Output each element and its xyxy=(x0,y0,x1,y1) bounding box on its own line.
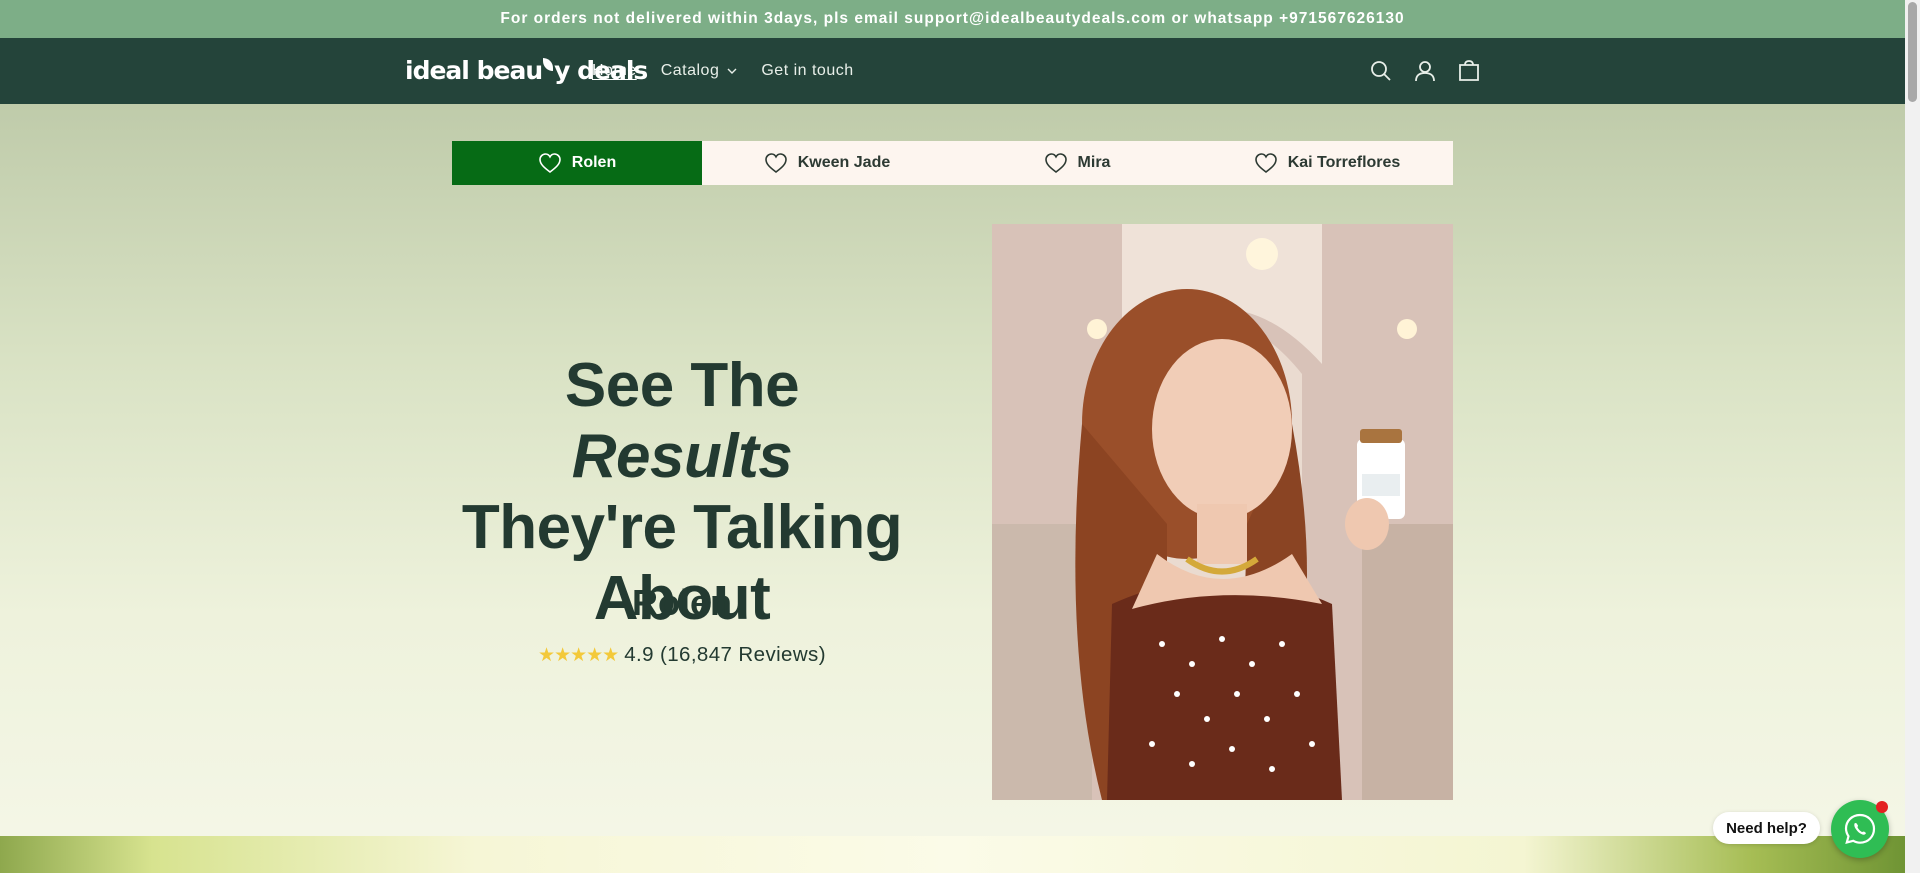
tab-rolen[interactable]: Rolen xyxy=(452,141,702,185)
headline-italic: Results xyxy=(571,422,793,491)
tab-kween-jade[interactable]: Kween Jade xyxy=(702,141,952,185)
account-icon[interactable] xyxy=(1410,56,1440,86)
tab-label: Kai Torreflores xyxy=(1287,154,1401,171)
decorative-leaf-banner xyxy=(0,836,1905,873)
headline-part2: They're Talking xyxy=(461,493,903,562)
main-nav: Home Catalog Get in touch xyxy=(592,38,854,104)
headline-part1: See The xyxy=(564,351,800,420)
nav-home[interactable]: Home xyxy=(592,62,637,80)
nav-get-in-touch[interactable]: Get in touch xyxy=(761,62,853,80)
rating: ★★★★★ 4.9 (16,847 Reviews) xyxy=(452,643,912,667)
heart-icon xyxy=(764,153,787,174)
heart-icon xyxy=(1254,153,1277,174)
star-rating-icon: ★★★★★ xyxy=(538,644,619,666)
notification-dot xyxy=(1876,801,1888,813)
tab-mira[interactable]: Mira xyxy=(952,141,1202,185)
scrollbar-thumb[interactable] xyxy=(1908,2,1917,102)
nav-catalog[interactable]: Catalog xyxy=(661,62,738,80)
tab-kai-torreflores[interactable]: Kai Torreflores xyxy=(1202,141,1452,185)
hero-section xyxy=(0,104,1905,836)
heart-icon xyxy=(538,153,561,174)
nav-catalog-label: Catalog xyxy=(660,62,720,79)
search-icon[interactable] xyxy=(1366,56,1396,86)
photo-illustration xyxy=(992,224,1453,800)
testimonial-photo xyxy=(992,224,1453,800)
heart-icon xyxy=(1044,153,1067,174)
scrollbar[interactable] xyxy=(1905,0,1920,873)
cart-icon[interactable] xyxy=(1454,56,1484,86)
chevron-down-icon xyxy=(727,68,737,74)
header-actions xyxy=(1366,56,1484,86)
reviewer-tabs: Rolen Kween Jade Mira Kai Torreflores xyxy=(452,141,1453,185)
tab-label: Mira xyxy=(1077,154,1111,171)
rating-text: 4.9 (16,847 Reviews) xyxy=(624,643,826,666)
tab-label: Kween Jade xyxy=(797,154,891,171)
help-bubble[interactable]: Need help? xyxy=(1713,812,1820,844)
reviewer-name: Rolen xyxy=(631,582,732,623)
whatsapp-icon xyxy=(1844,813,1876,845)
announcement-text: For orders not delivered within 3days, p… xyxy=(500,10,1405,27)
tab-label: Rolen xyxy=(571,154,617,171)
announcement-bar: For orders not delivered within 3days, p… xyxy=(0,0,1905,38)
site-header: ideal beau y deals Home Catalog Get in to… xyxy=(0,38,1905,104)
